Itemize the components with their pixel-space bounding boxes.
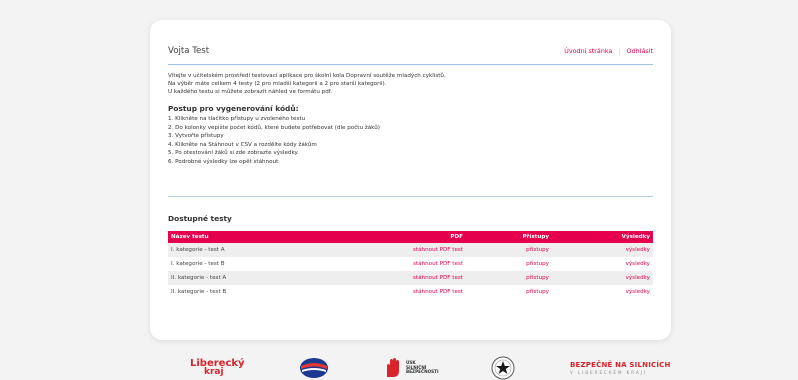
access-link[interactable]: přístupy — [466, 271, 552, 285]
hand-logo-line3: BEZPEČNOSTI — [406, 369, 439, 375]
bezpecne-logo-line1: BEZPEČNĚ NA SILNICÍCH — [570, 361, 671, 369]
step-item: 2. Do kolonky vepište počet kódů, které … — [168, 124, 380, 131]
top-nav: Úvodní stránka | Odhlásit — [564, 47, 653, 55]
main-card: Vojta Test Úvodní stránka | Odhlásit Vítej… — [150, 20, 671, 340]
partner-logos: Liberecký kraj ÚSK SILNIČNÍ BEZPEČNOSTI … — [0, 352, 798, 380]
bezpecne-logo-line2: V LIBERECKÉM KRAJI — [570, 370, 647, 375]
hand-logo-svg — [387, 358, 399, 377]
step-item: 4. Klikněte na Stáhnout v CSV a rozdělte… — [168, 141, 317, 148]
step-item: 6. Podrobné výsledky lze opět stáhnout — [168, 158, 279, 165]
step-item: 1. Klikněte na tlačítko přístupy u zvole… — [168, 116, 306, 122]
col-results-header: Výsledky — [552, 231, 653, 243]
col-access-header: Přístupy — [466, 231, 552, 243]
intro-line: U každého testu si můžete zobrazit náhle… — [168, 89, 333, 95]
nav-logout-link[interactable]: Odhlásit — [627, 47, 653, 55]
download-pdf-link[interactable]: stáhnout PDF test — [360, 271, 466, 285]
user-name: Vojta Test — [168, 46, 210, 56]
results-link[interactable]: výsledky — [552, 243, 653, 257]
table-header-row: Název testu PDF Přístupy Výsledky — [168, 231, 653, 243]
step-item: 5. Po otestování žáků si zde zobrazte vý… — [168, 150, 299, 157]
table-row: II. kategorie - test A stáhnout PDF test… — [168, 271, 653, 285]
intro-line: Vítejte v učitelském prostředí testovací… — [168, 73, 446, 79]
results-link[interactable]: výsledky — [552, 271, 653, 285]
access-link[interactable]: přístupy — [466, 243, 552, 257]
download-pdf-link[interactable]: stáhnout PDF test — [360, 257, 466, 271]
test-name: I. kategorie - test B — [168, 257, 360, 271]
access-link[interactable]: přístupy — [466, 285, 552, 299]
tests-title: Dostupné testy — [168, 214, 232, 223]
section-divider — [168, 196, 653, 197]
liberecky-kraj-logo: Liberecký kraj — [190, 356, 245, 380]
header: Vojta Test Úvodní stránka | Odhlásit — [168, 46, 653, 65]
train-logo-icon — [299, 356, 329, 380]
intro-text: Vítejte v učitelském prostředí testovací… — [168, 72, 648, 96]
nav-home-link[interactable]: Úvodní stránka — [564, 47, 612, 55]
table-row: II. kategorie - test B stáhnout PDF test… — [168, 285, 653, 299]
intro-line: Na výběr máte celkem 4 testy (2 pro mlad… — [168, 81, 387, 87]
step-item: 3. Vytvořte přístupy — [168, 133, 224, 140]
hand-logo-icon: ÚSK SILNIČNÍ BEZPEČNOSTI — [383, 356, 439, 380]
test-name: II. kategorie - test B — [168, 285, 360, 299]
test-name: II. kategorie - test A — [168, 271, 360, 285]
access-link[interactable]: přístupy — [466, 257, 552, 271]
results-link[interactable]: výsledky — [552, 257, 653, 271]
col-pdf-header: PDF — [360, 231, 466, 243]
police-star-logo-icon — [491, 356, 515, 380]
train-logo-svg — [300, 358, 328, 378]
download-pdf-link[interactable]: stáhnout PDF test — [360, 285, 466, 299]
test-name: I. kategorie - test A — [168, 243, 360, 257]
steps-list: 1. Klikněte na tlačítko přístupy u zvole… — [168, 115, 380, 167]
police-star-svg — [491, 356, 515, 380]
nav-separator: | — [618, 47, 621, 55]
table-row: I. kategorie - test A stáhnout PDF test … — [168, 243, 653, 257]
bezpecne-logo: BEZPEČNĚ NA SILNICÍCH V LIBERECKÉM KRAJI — [570, 356, 671, 380]
steps-title: Postup pro vygenerování kódů: — [168, 104, 299, 113]
liberecky-logo-line2: kraj — [204, 367, 224, 377]
tests-table: Název testu PDF Přístupy Výsledky I. kat… — [168, 231, 653, 299]
col-name-header: Název testu — [168, 231, 360, 243]
download-pdf-link[interactable]: stáhnout PDF test — [360, 243, 466, 257]
table-row: I. kategorie - test B stáhnout PDF test … — [168, 257, 653, 271]
results-link[interactable]: výsledky — [552, 285, 653, 299]
